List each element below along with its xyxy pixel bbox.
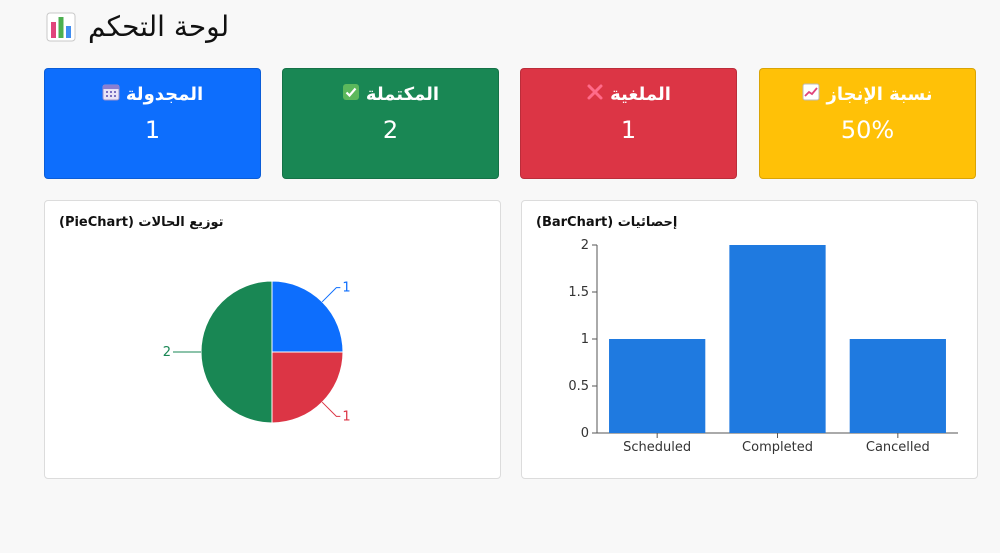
card-scheduled-value: 1 bbox=[144, 116, 161, 144]
y-tick-label: 1.5 bbox=[568, 285, 589, 300]
calendar-icon bbox=[102, 83, 120, 106]
pie-data-label: 1 bbox=[342, 409, 350, 424]
check-box-icon bbox=[342, 83, 360, 106]
cross-icon bbox=[586, 83, 604, 106]
y-tick-label: 1 bbox=[581, 332, 589, 347]
bar-completed[interactable] bbox=[729, 245, 826, 433]
pie-label-line bbox=[321, 287, 341, 303]
x-tick-label: Scheduled bbox=[623, 440, 691, 455]
card-cancelled: الملغية 1 bbox=[520, 68, 737, 179]
bar-chart: 0 0.5 1 1.5 2 Scheduled Completed Cancelled bbox=[568, 238, 958, 455]
page-title: لوحة التحكم bbox=[46, 10, 229, 43]
y-tick-label: 0 bbox=[581, 426, 589, 441]
y-tick-label: 0.5 bbox=[568, 379, 589, 394]
card-completed-label: المكتملة bbox=[365, 84, 440, 105]
card-scheduled: المجدولة 1 bbox=[44, 68, 261, 179]
card-cancelled-label: الملغية bbox=[610, 84, 671, 105]
x-tick-label: Completed bbox=[742, 440, 813, 455]
card-cancelled-value: 1 bbox=[620, 116, 637, 144]
page-title-text: لوحة التحكم bbox=[88, 10, 230, 43]
summary-cards: المجدولة 1 المكتملة 2 الملغية 1 نسبة الإ… bbox=[44, 68, 976, 179]
trend-chart-icon bbox=[802, 83, 820, 106]
bar-chart-panel: إحصائيات (BarChart) 0 0.5 1 1.5 2 Scheduled Co… bbox=[521, 200, 978, 479]
pie-label-line bbox=[321, 401, 341, 417]
pie-data-label: 2 bbox=[163, 345, 171, 360]
bar-cancelled[interactable] bbox=[849, 339, 946, 433]
card-completion-rate-label: نسبة الإنجاز bbox=[826, 84, 933, 105]
x-tick-label: Cancelled bbox=[866, 440, 930, 455]
pie-data-label: 1 bbox=[342, 281, 350, 296]
bar-scheduled[interactable] bbox=[609, 339, 706, 433]
pie-chart-panel: توزيع الحالات (PieChart) 112 bbox=[44, 200, 501, 479]
bar-chart-icon bbox=[46, 12, 76, 42]
card-scheduled-label: المجدولة bbox=[125, 84, 204, 105]
pie-slice-completed[interactable] bbox=[200, 280, 273, 424]
card-completion-rate: نسبة الإنجاز 50% bbox=[759, 68, 976, 179]
card-completed: المكتملة 2 bbox=[282, 68, 499, 179]
y-tick-label: 2 bbox=[581, 238, 589, 253]
card-completed-value: 2 bbox=[382, 116, 399, 144]
card-completion-rate-value: 50% bbox=[840, 116, 895, 144]
pie-chart: 1 1 2 bbox=[163, 280, 351, 424]
